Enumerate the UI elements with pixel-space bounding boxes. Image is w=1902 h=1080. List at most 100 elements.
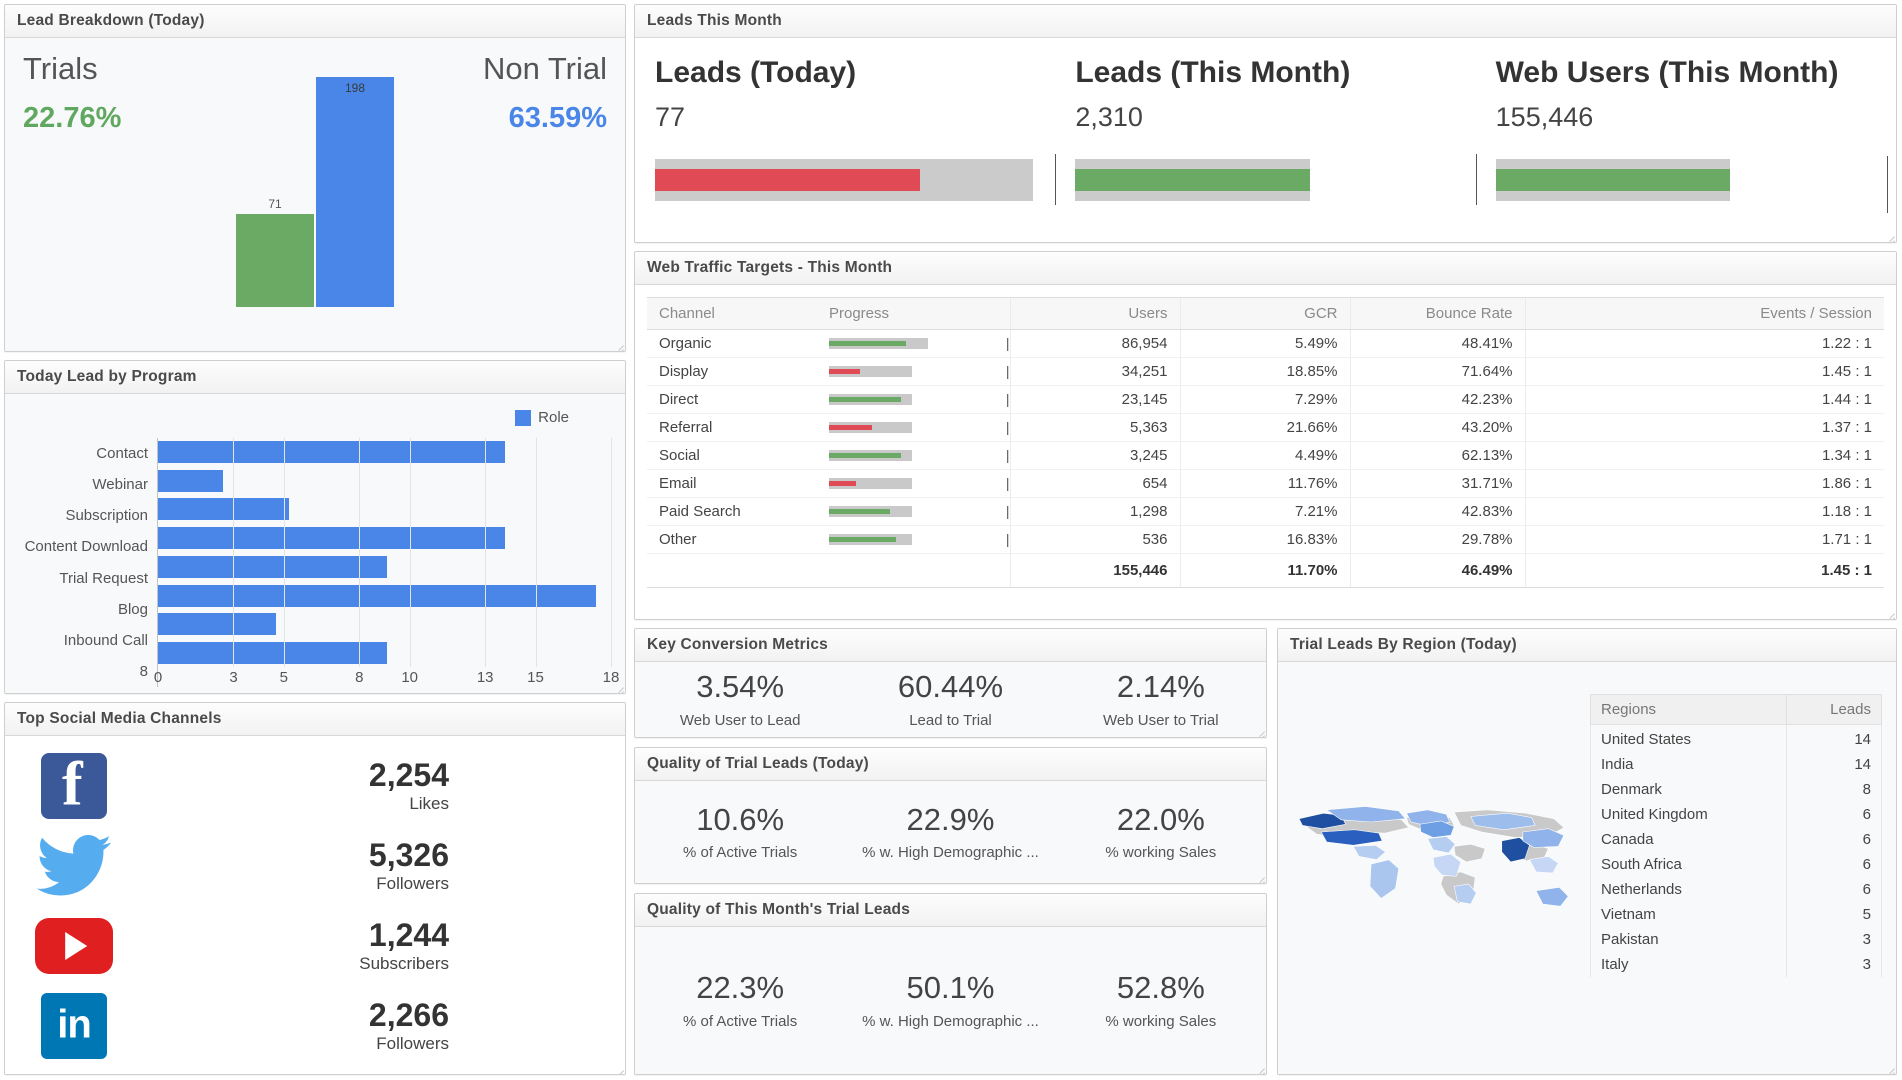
progress-bullet (829, 363, 989, 380)
world-map[interactable] (1278, 662, 1586, 1074)
column-header[interactable]: Events / Session (1524, 297, 1884, 330)
kpi-divider (1887, 156, 1888, 214)
program-bar[interactable] (158, 584, 596, 607)
panel-web-traffic-targets: Web Traffic Targets - This Month Channel… (634, 251, 1897, 620)
panel-today-lead-by-program: Today Lead by Program Role Contact Webina… (4, 359, 626, 695)
regions-table: Regions Leads United States 14 India 14 Denma… (1589, 694, 1882, 977)
cell-progress (817, 329, 982, 358)
cell-users: 654 (1009, 469, 1180, 498)
table-row[interactable]: Other 53616.83%29.78%1.71 : 1 (647, 525, 1884, 554)
bar-trials[interactable]: 71 (236, 197, 314, 307)
social-channel-row: 2,266Followers (31, 986, 599, 1066)
linkedin-icon[interactable] (31, 986, 117, 1066)
quality-month-body: 22.3% % of Active Trials 50.1% % w. High De… (635, 927, 1266, 1074)
program-bar[interactable] (158, 441, 506, 464)
metric-value: 50.1% (906, 970, 995, 1006)
region-table-wrap: Regions Leads United States 14 India 14 Denma… (1586, 662, 1896, 1074)
cell-leads: 14 (1786, 752, 1882, 777)
program-bar[interactable] (158, 642, 388, 665)
table-row[interactable]: Paid Search 1,2987.21%42.83%1.18 : 1 (647, 497, 1884, 526)
y-axis-category-labels: Contact Webinar Subscription Content Downlo… (19, 438, 157, 688)
regions-row[interactable]: South Africa 6 (1589, 852, 1882, 877)
regions-row[interactable]: India 14 (1589, 752, 1882, 777)
program-bar[interactable] (158, 469, 224, 492)
cell-events-session: 1.37 : 1 (1524, 413, 1884, 442)
regions-row[interactable]: United Kingdom 6 (1589, 802, 1882, 827)
table-row[interactable]: Display 34,25118.85%71.64%1.45 : 1 (647, 357, 1884, 386)
lead-breakdown-non-trial: Non Trial 63.59% (422, 51, 607, 343)
cell-channel: Social (647, 441, 817, 470)
regions-row[interactable]: Denmark 8 (1589, 777, 1882, 802)
regions-row[interactable]: Vietnam 5 (1589, 902, 1882, 927)
cell-region: Denmark (1589, 777, 1788, 802)
social-channel-value: 2,266 (368, 996, 449, 1033)
regions-row[interactable]: Netherlands 6 (1589, 877, 1882, 902)
column-header[interactable]: Progress (817, 297, 982, 330)
cell-region: South Africa (1589, 852, 1788, 877)
cell-gcr: 16.83% (1179, 525, 1350, 554)
cell-events-session: 1.18 : 1 (1524, 497, 1884, 526)
metric-item: 50.1% % w. High Demographic ... (845, 963, 1055, 1037)
column-header[interactable]: Channel (647, 297, 817, 330)
panel-title-today-program: Today Lead by Program (5, 360, 625, 394)
regions-column-header[interactable]: Regions (1589, 694, 1788, 725)
metric-caption: % working Sales (1105, 844, 1217, 862)
facebook-icon[interactable] (31, 746, 117, 826)
table-row[interactable]: Direct 23,1457.29%42.23%1.44 : 1 (647, 385, 1884, 414)
cell-region: India (1589, 752, 1788, 777)
panel-leads-this-month: Leads This Month Leads (Today) 77 Leads (T… (634, 4, 1897, 243)
column-header[interactable]: Bounce Rate (1349, 297, 1525, 330)
table-row[interactable]: Social 3,2454.49%62.13%1.34 : 1 (647, 441, 1884, 470)
cell-gcr: 18.85% (1179, 357, 1350, 386)
kpi-title: Leads (Today) (655, 56, 857, 89)
panel-title-web-traffic: Web Traffic Targets - This Month (635, 252, 1896, 285)
cell-users: 86,954 (1009, 329, 1180, 358)
panel-title-quality-today: Quality of Trial Leads (Today) (635, 748, 1266, 781)
cell-target-marker (982, 469, 1010, 498)
bar-non-trial-value: 198 (344, 80, 366, 95)
right-column: Leads This Month Leads (Today) 77 Leads (T… (634, 4, 1897, 1075)
column-header[interactable]: Users (1009, 297, 1180, 330)
kpi-value: 2,310 (1075, 102, 1143, 132)
youtube-icon[interactable] (31, 906, 117, 986)
progress-bullet (829, 503, 989, 520)
regions-row[interactable]: United States 14 (1589, 724, 1882, 752)
regions-row[interactable]: Pakistan 3 (1589, 927, 1882, 952)
social-channel-stats: 5,326 Followers (369, 838, 599, 895)
cell-bounce-rate: 42.23% (1349, 385, 1525, 414)
bar-non-trial[interactable]: 198 (316, 76, 394, 307)
bar-trials-value: 71 (268, 196, 282, 211)
regions-row[interactable]: Italy 3 (1589, 952, 1882, 977)
cell-gcr: 4.49% (1179, 441, 1350, 470)
social-channel-caption: Subscribers (359, 954, 449, 974)
cell-progress (817, 385, 982, 414)
bullet-measure (829, 481, 857, 486)
column-header[interactable] (982, 297, 1010, 330)
key-conversion-body: 3.54% Web User to Lead 60.44% Lead to Trial… (635, 662, 1266, 737)
metric-value: 22.0% (1116, 801, 1205, 837)
kpi-value: 155,446 (1495, 102, 1594, 132)
y-axis-label: Blog (117, 600, 148, 618)
metric-value: 52.8% (1116, 970, 1205, 1006)
table-row[interactable]: Referral 5,36321.66%43.20%1.37 : 1 (647, 413, 1884, 442)
program-bar[interactable] (158, 498, 289, 521)
program-bar[interactable] (158, 527, 506, 550)
x-axis-tick-label: 15 (527, 669, 544, 687)
x-axis-tick-label: 0 (153, 669, 163, 687)
cell-region: Netherlands (1589, 877, 1788, 902)
program-bar[interactable] (158, 613, 277, 636)
cell-total-gcr: 11.70% (1179, 553, 1350, 588)
panel-lead-breakdown: Lead Breakdown (Today) Trials 22.76% 71 (4, 4, 626, 352)
metric-caption: % of Active Trials (683, 844, 798, 862)
twitter-icon[interactable] (31, 826, 117, 906)
cell-leads: 3 (1786, 952, 1882, 977)
table-row[interactable]: Email 65411.76%31.71%1.86 : 1 (647, 469, 1884, 498)
table-row[interactable]: Organic 86,9545.49%48.41%1.22 : 1 (647, 329, 1884, 358)
progress-bullet (829, 475, 989, 492)
x-axis-tick-label: 18 (602, 669, 620, 687)
regions-row[interactable]: Canada 6 (1589, 827, 1882, 852)
x-axis-tick-label: 8 (355, 669, 364, 687)
program-bar[interactable] (158, 555, 388, 578)
column-header[interactable]: GCR (1179, 297, 1350, 330)
regions-column-header[interactable]: Leads (1786, 694, 1882, 725)
